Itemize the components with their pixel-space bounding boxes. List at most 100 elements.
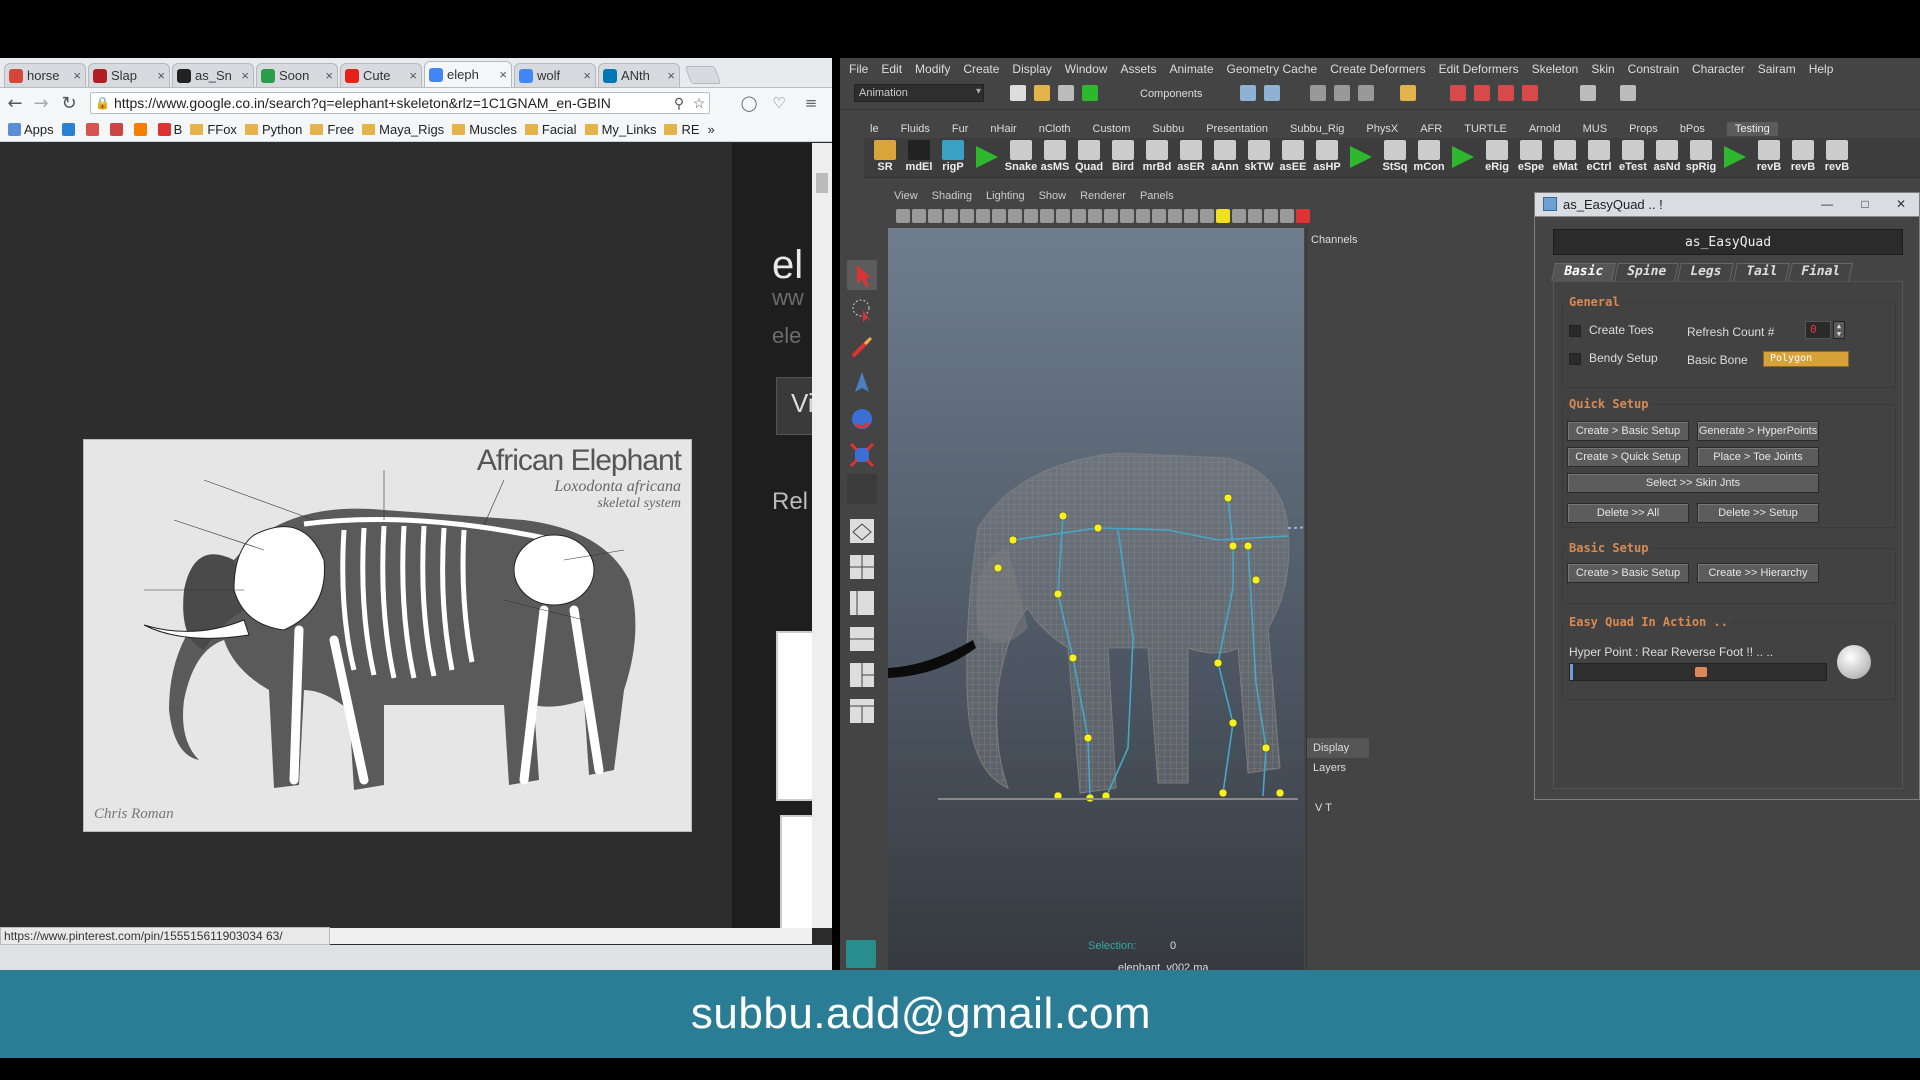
menu-skin[interactable]: Skin bbox=[1591, 62, 1614, 76]
ipr-render-icon[interactable] bbox=[1474, 85, 1490, 101]
panel-tool-icon[interactable] bbox=[896, 209, 910, 223]
tab-spine[interactable]: Spine bbox=[1614, 263, 1680, 281]
tab-4[interactable]: Cute × bbox=[340, 63, 422, 87]
easyquad-titlebar[interactable]: as_EasyQuad .. ! — □ ✕ bbox=[1535, 193, 1919, 217]
action-knob[interactable] bbox=[1837, 645, 1871, 679]
visit-button[interactable]: Vi bbox=[776, 377, 812, 435]
channel-box-icon[interactable] bbox=[1620, 85, 1636, 101]
refresh-count-field[interactable]: 0 bbox=[1805, 321, 1831, 339]
persp-viewport[interactable]: Selection: 0 elephant_v002.ma bbox=[888, 228, 1304, 970]
new-tab-button[interactable] bbox=[684, 66, 722, 84]
close-tab-icon[interactable]: × bbox=[667, 68, 675, 83]
menu-animate[interactable]: Animate bbox=[1169, 62, 1213, 76]
tab-basic[interactable]: Basic bbox=[1551, 263, 1617, 281]
bookmark-apps[interactable]: Apps bbox=[8, 122, 54, 137]
select-by-hierarchy-icon[interactable] bbox=[1240, 85, 1256, 101]
paint-tool-icon[interactable] bbox=[847, 332, 877, 362]
shelf-button-sktw[interactable]: skTW bbox=[1244, 140, 1274, 176]
panel-tool-icon[interactable] bbox=[928, 209, 942, 223]
channels-label[interactable]: Channels bbox=[1311, 234, 1368, 246]
close-tab-icon[interactable]: × bbox=[325, 68, 333, 83]
attribute-editor-icon[interactable] bbox=[1580, 85, 1596, 101]
panel-tool-icon[interactable] bbox=[1072, 209, 1086, 223]
panel-tool-icon[interactable] bbox=[992, 209, 1006, 223]
components-label[interactable]: Components bbox=[1140, 88, 1202, 100]
bookmark-my_links[interactable]: My_Links bbox=[584, 122, 656, 137]
close-tab-icon[interactable]: × bbox=[157, 68, 165, 83]
shelf-tab-testing[interactable]: Testing bbox=[1726, 122, 1778, 136]
render-icon[interactable] bbox=[1450, 85, 1466, 101]
reload-icon[interactable]: ↻ bbox=[56, 90, 82, 116]
select-tool-icon[interactable] bbox=[847, 260, 877, 290]
bookmark-ffox[interactable]: FFox bbox=[190, 122, 237, 137]
tab-6[interactable]: wolf × bbox=[514, 63, 596, 87]
panel-tool-icon[interactable] bbox=[1152, 209, 1166, 223]
bookmark-blogger[interactable] bbox=[133, 123, 150, 136]
menu-create[interactable]: Create bbox=[963, 62, 999, 76]
rotate-tool-icon[interactable] bbox=[847, 404, 877, 434]
hypershade-icon[interactable] bbox=[1522, 85, 1538, 101]
bookmark-share[interactable] bbox=[85, 123, 102, 136]
shelf-tab-custom[interactable]: Custom bbox=[1093, 123, 1131, 135]
graph-layout-icon[interactable] bbox=[847, 624, 877, 654]
delete-all-button[interactable]: Delete >> All bbox=[1567, 503, 1689, 523]
panel-tool-icon[interactable] bbox=[1296, 209, 1310, 223]
shelf-tab-le[interactable]: le bbox=[870, 123, 879, 135]
shelf-tab-bpos[interactable]: bPos bbox=[1680, 123, 1705, 135]
shelf-button-revb[interactable]: revB bbox=[1754, 140, 1784, 176]
menu-assets[interactable]: Assets bbox=[1120, 62, 1156, 76]
shelf-play-button[interactable] bbox=[972, 140, 1002, 176]
shelf-tab-mus[interactable]: MUS bbox=[1583, 123, 1607, 135]
shelf-play-button[interactable] bbox=[1720, 140, 1750, 176]
menu-window[interactable]: Window bbox=[1065, 62, 1108, 76]
maximize-icon[interactable]: □ bbox=[1851, 196, 1879, 213]
panel-menu-panels[interactable]: Panels bbox=[1140, 190, 1174, 202]
shelf-button-revb[interactable]: revB bbox=[1822, 140, 1852, 176]
shelf-tab-arnold[interactable]: Arnold bbox=[1529, 123, 1561, 135]
shelf-tab-subbu[interactable]: Subbu bbox=[1152, 123, 1184, 135]
bookmark-python[interactable]: Python bbox=[244, 122, 302, 137]
basic-bone-select[interactable]: Polygon bbox=[1763, 351, 1849, 367]
more-bookmarks-icon[interactable]: » bbox=[708, 122, 715, 137]
tab-3[interactable]: Soon × bbox=[256, 63, 338, 87]
shelf-button-rigp[interactable]: rigP bbox=[938, 140, 968, 176]
extension2-icon[interactable]: ♡ bbox=[768, 92, 790, 114]
history-icon[interactable] bbox=[1400, 85, 1416, 101]
panel-tool-icon[interactable] bbox=[976, 209, 990, 223]
bookmark-b[interactable]: B bbox=[157, 122, 182, 137]
new-scene-icon[interactable] bbox=[1010, 85, 1026, 101]
shelf-button-sprig[interactable]: spRig bbox=[1686, 140, 1716, 176]
related-thumbnail[interactable] bbox=[780, 815, 812, 928]
refresh-count-stepper[interactable]: ▲ ▼ bbox=[1833, 321, 1845, 339]
panel-tool-icon[interactable] bbox=[1264, 209, 1278, 223]
panel-tool-icon[interactable] bbox=[1136, 209, 1150, 223]
shelf-tab-presentation[interactable]: Presentation bbox=[1206, 123, 1268, 135]
shelf-button-sr[interactable]: SR bbox=[870, 140, 900, 176]
scroll-thumb[interactable] bbox=[816, 173, 828, 193]
menu-file[interactable]: File bbox=[849, 62, 868, 76]
select-by-object-icon[interactable] bbox=[1264, 85, 1280, 101]
menu-edit-deformers[interactable]: Edit Deformers bbox=[1439, 62, 1519, 76]
tab-legs[interactable]: Legs bbox=[1677, 263, 1735, 281]
close-icon[interactable]: ✕ bbox=[1887, 196, 1915, 213]
panel-menu-renderer[interactable]: Renderer bbox=[1080, 190, 1126, 202]
star-icon[interactable]: ☆ bbox=[689, 95, 709, 112]
close-tab-icon[interactable]: × bbox=[499, 67, 507, 82]
menu-sairam[interactable]: Sairam bbox=[1758, 62, 1796, 76]
close-tab-icon[interactable]: × bbox=[583, 68, 591, 83]
bookmark-mail[interactable] bbox=[109, 123, 126, 136]
shelf-tab-afr[interactable]: AFR bbox=[1420, 123, 1442, 135]
last-tool-icon[interactable] bbox=[847, 474, 877, 504]
tab-tail[interactable]: Tail bbox=[1732, 263, 1790, 281]
shelf-tab-props[interactable]: Props bbox=[1629, 123, 1658, 135]
shelf-button-espe[interactable]: eSpe bbox=[1516, 140, 1546, 176]
create-toes-checkbox[interactable] bbox=[1569, 325, 1581, 337]
shelf-button-mcon[interactable]: mCon bbox=[1413, 140, 1445, 176]
extension-icon[interactable]: ◯ bbox=[738, 92, 760, 114]
panel-menu-view[interactable]: View bbox=[894, 190, 918, 202]
panel-menu-show[interactable]: Show bbox=[1039, 190, 1067, 202]
panel-tool-icon[interactable] bbox=[1104, 209, 1118, 223]
panel-tool-icon[interactable] bbox=[1248, 209, 1262, 223]
shelf-tab-physx[interactable]: PhysX bbox=[1366, 123, 1398, 135]
hypershade-layout-icon[interactable] bbox=[847, 660, 877, 690]
